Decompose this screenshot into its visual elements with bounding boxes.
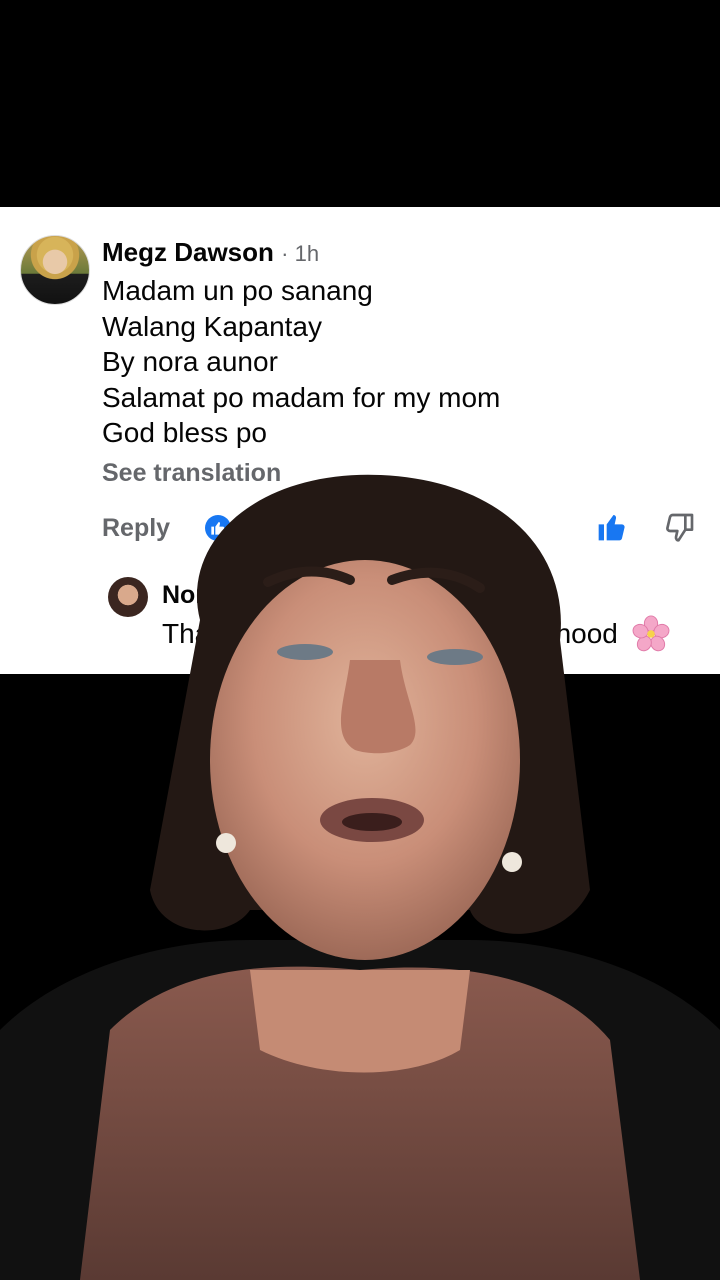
comment-author[interactable]: Megz Dawson	[102, 237, 274, 267]
video-top-area	[0, 0, 720, 207]
comment-text: Madam un po sanang Walang Kapantay By no…	[102, 273, 500, 451]
comment-line: Madam un po sanang	[102, 275, 373, 306]
avatar[interactable]	[20, 235, 90, 305]
comment-line: By nora aunor	[102, 346, 278, 377]
comment-header: Megz Dawson · 1h	[102, 237, 319, 268]
comment-timestamp: · 1h	[281, 241, 320, 266]
comment-line: Walang Kapantay	[102, 310, 322, 342]
comment-line: God bless po	[102, 417, 267, 448]
creator-video-overlay	[0, 474, 720, 1280]
comment-line: Salamat po madam for my mom	[102, 381, 501, 413]
